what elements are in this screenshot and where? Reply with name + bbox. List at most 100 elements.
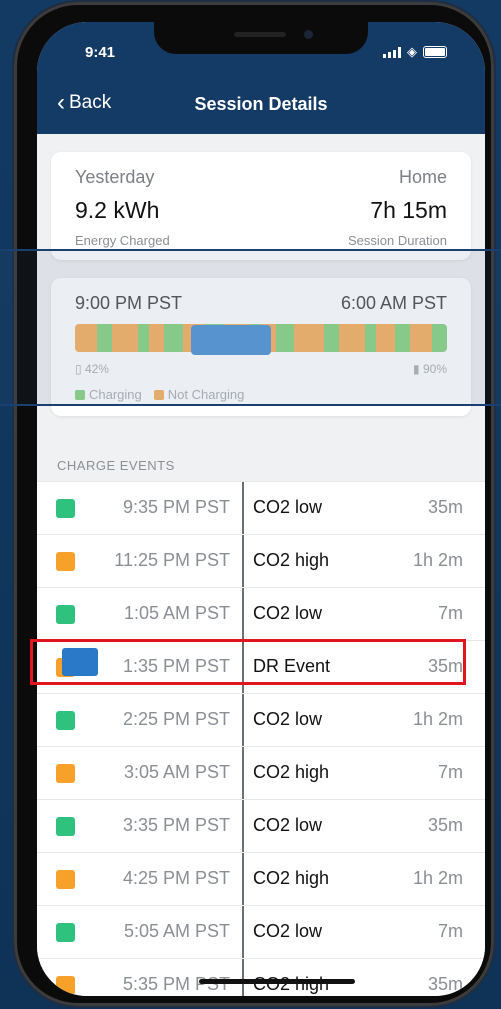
speaker-grille [234,32,286,37]
event-row[interactable]: 1:05 AM PST CO2 low 7m [37,587,485,640]
event-type: CO2 low [253,815,323,835]
device-notch [154,22,368,54]
session-location: Home [398,167,447,187]
event-duration: 35m [427,497,463,517]
event-status-icon [56,764,75,783]
dr-event-block [191,325,271,355]
event-row[interactable]: 9:35 PM PST CO2 low 35m [37,481,485,534]
event-time: 5:35 PM PST [122,974,230,994]
event-duration: 1h 2m [412,550,463,570]
event-divider [242,800,244,852]
timeline-segment-not-charging [294,324,325,352]
timeline-start: 9:00 PM PST [75,293,183,313]
timeline-segment-not-charging [112,324,139,352]
event-time: 5:05 AM PST [123,921,230,941]
event-type: CO2 low [253,709,323,729]
event-time: 2:25 PM PST [122,709,230,729]
event-duration: 1h 2m [412,709,463,729]
event-time: 11:25 PM PST [114,550,230,570]
event-status-icon [56,870,75,889]
event-row[interactable]: 3:35 PM PST CO2 low 35m [37,799,485,852]
timeline-legend: Charging Not Charging [75,387,244,402]
event-status-icon [56,711,75,730]
event-type: CO2 low [253,497,323,517]
event-divider [242,535,244,587]
event-status-icon [56,923,75,942]
event-row[interactable]: 2:25 PM PST CO2 low 1h 2m [37,693,485,746]
timeline-segment-not-charging [339,324,366,352]
timeline-end: 6:00 AM PST [340,293,447,313]
event-row[interactable]: 11:25 PM PST CO2 high 1h 2m [37,534,485,587]
event-divider [242,747,244,799]
timeline-segment-charging [432,324,447,352]
timeline-segment-not-charging [376,324,395,352]
dragged-event-marker[interactable] [62,648,98,676]
event-duration: 35m [427,815,463,835]
phone-frame: 9:41 ◈ ‹ Back Session Details Yesterday … [14,2,494,1006]
status-icons: ◈ [383,44,447,60]
event-time: 1:05 AM PST [123,603,230,623]
event-time: 4:25 PM PST [122,868,230,888]
timeline-segment-charging [138,324,150,352]
event-row[interactable]: 5:35 PM PST CO2 high 35m [37,958,485,996]
event-time: 9:35 PM PST [122,497,230,517]
energy-value: 9.2 kWh [75,197,160,223]
timeline-segment-not-charging [149,324,165,352]
timeline-segment-charging [324,324,340,352]
timeline-segment-not-charging [75,324,98,352]
battery-icon [423,46,447,58]
charging-timeline-card: 9:00 PM PST 6:00 AM PST ▯ 42% ▮ 90% Char… [51,278,471,416]
battery-start: 42% [84,362,109,376]
event-status-icon [56,976,75,995]
session-summary-card: Yesterday Home 9.2 kWh 7h 15m Energy Cha… [51,152,471,260]
battery-end: 90% [422,362,447,376]
event-time: 3:05 AM PST [123,762,230,782]
event-row[interactable]: 3:05 AM PST CO2 high 7m [37,746,485,799]
timeline-segment-not-charging [409,324,432,352]
timeline-segment-charging [394,324,410,352]
cellular-signal-icon [383,46,401,58]
event-duration: 7m [437,762,463,782]
event-divider [242,959,244,996]
event-duration: 1h 2m [412,868,463,888]
battery-start-indicator: ▯ 42% [75,362,109,376]
event-divider [242,482,244,534]
event-row[interactable]: 5:05 AM PST CO2 low 7m [37,905,485,958]
status-time: 9:41 [85,44,116,61]
battery-end-indicator: ▮ 90% [413,362,447,376]
duration-value: 7h 15m [370,197,447,223]
event-type: CO2 low [253,603,323,623]
event-type: CO2 high [253,762,330,782]
event-divider [242,588,244,640]
legend-not-charging-label: Not Charging [167,387,245,402]
event-type: CO2 high [253,550,330,570]
charge-events-heading: CHARGE EVENTS [57,458,175,473]
duration-label: Session Duration [348,233,447,248]
selection-band-top-line [0,249,501,251]
timeline-segment-charging [275,324,295,352]
energy-label: Energy Charged [75,233,170,248]
event-duration: 35m [427,974,463,994]
event-duration: 7m [437,603,463,623]
event-divider [242,906,244,958]
timeline-segment-charging [164,324,183,352]
event-type: CO2 high [253,868,330,888]
event-status-icon [56,605,75,624]
legend-charging: Charging [75,387,142,402]
event-status-icon [56,552,75,571]
app-screen: 9:41 ◈ ‹ Back Session Details Yesterday … [37,22,485,996]
navigation-bar: ‹ Back Session Details [37,80,485,134]
not-charging-swatch [153,390,164,400]
home-indicator[interactable] [199,979,355,984]
event-time: 3:35 PM PST [122,815,230,835]
event-row[interactable]: 4:25 PM PST CO2 high 1h 2m [37,852,485,905]
event-type: CO2 low [253,921,323,941]
page-title: Session Details [194,94,328,114]
front-camera [304,30,313,39]
event-status-icon [56,499,75,518]
selection-band-bottom-line [0,404,501,406]
event-divider [242,694,244,746]
event-duration: 7m [437,921,463,941]
legend-not-charging: Not Charging [153,387,245,402]
session-day: Yesterday [75,167,155,187]
